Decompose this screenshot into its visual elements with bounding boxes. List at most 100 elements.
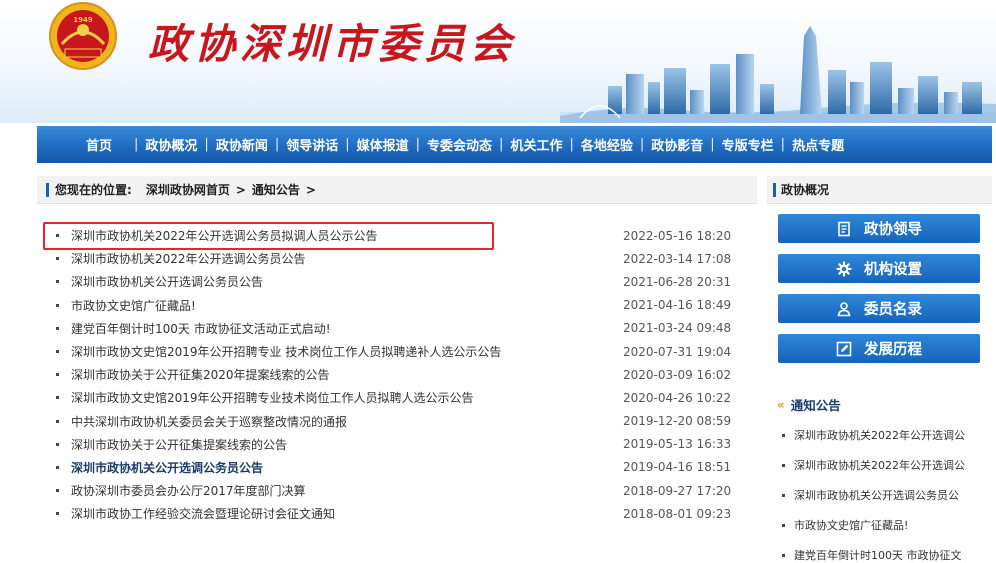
list-item[interactable]: 深圳市政协机关2022年公开选调公务员公告 2022-03-14 17:08 (37, 247, 757, 270)
list-item[interactable]: 深圳市政协机关2022年公开选调公务员拟调人员公示公告 2022-05-16 18… (37, 224, 757, 247)
leaders-button[interactable]: 政协领导 (778, 214, 980, 243)
list-item-title[interactable]: 深圳市政协工作经验交流会暨理论研讨会征文通知 (71, 505, 623, 522)
organization-button[interactable]: 机构设置 (778, 254, 980, 283)
list-item-title[interactable]: 深圳市政协关于公开征集提案线索的公告 (71, 436, 623, 453)
chevron-left-icon: « (777, 397, 785, 412)
list-item-date: 2022-03-14 17:08 (623, 251, 732, 266)
list-item-title[interactable]: 建党百年倒计时100天 市政协征文活动正式启动! (71, 320, 623, 337)
sidebar-notice-item[interactable]: 深圳市政协机关2022年公开选调公 (778, 450, 992, 480)
sidebar-heading-marker (773, 182, 776, 197)
list-item[interactable]: 深圳市政协关于公开征集提案线索的公告 2019-05-13 16:33 (37, 433, 757, 456)
list-item-date: 2021-03-24 09:48 (623, 321, 732, 336)
nav-link[interactable]: 领导讲话 (279, 135, 345, 154)
nav-link[interactable]: 热点专题 (785, 135, 851, 154)
bullet-icon (56, 234, 59, 238)
bullet-icon (56, 303, 59, 307)
nav-link[interactable]: 专委会动态 (420, 135, 499, 154)
list-item[interactable]: 深圳市政协文史馆2019年公开招聘专业技术岗位工作人员拟聘人选公示公告 2020-… (37, 386, 757, 409)
nav-item: | 专委会动态 (416, 135, 499, 154)
city-skyline-image (560, 26, 996, 123)
sidebar-notice-title[interactable]: 深圳市政协机关公开选调公务员公 (794, 487, 959, 503)
list-item[interactable]: 深圳市政协机关公开选调公务员公告 2021-06-28 20:31 (37, 270, 757, 293)
list-item-date: 2019-04-16 18:51 (623, 460, 732, 475)
list-item[interactable]: 深圳市政协关于公开征集2020年提案线索的公告 2020-03-09 16:02 (37, 363, 757, 386)
list-item-title[interactable]: 中共深圳市政协机关委员会关于巡察整改情况的通报 (71, 413, 623, 430)
sidebar-notice-item[interactable]: 深圳市政协机关2022年公开选调公 (778, 420, 992, 450)
bullet-icon (56, 512, 59, 516)
list-item-title[interactable]: 政协深圳市委员会办公厅2017年度部门决算 (71, 482, 623, 499)
list-item-date: 2020-04-26 10:22 (623, 390, 732, 405)
list-item-title[interactable]: 深圳市政协机关2022年公开选调公务员公告 (71, 250, 623, 267)
list-item[interactable]: 市政协文史馆广征藏品! 2021-04-16 18:49 (37, 294, 757, 317)
sidebar-notice-item[interactable]: 建党百年倒计时100天 市政协征文 (778, 540, 992, 563)
nav-link[interactable]: 媒体报道 (350, 135, 416, 154)
sidebar-notice-item[interactable]: 市政协文史馆广征藏品! (778, 510, 992, 540)
list-item[interactable]: 深圳市政协文史馆2019年公开招聘专业 技术岗位工作人员拟聘递补人选公示公告 20… (37, 340, 757, 363)
nav-separator: | (134, 137, 139, 152)
list-item[interactable]: 深圳市政协机关公开选调公务员公告 2019-04-16 18:51 (37, 456, 757, 479)
nav-item: | 机关工作 (499, 135, 569, 154)
nav-link[interactable]: 机关工作 (503, 135, 569, 154)
list-item[interactable]: 政协深圳市委员会办公厅2017年度部门决算 2018-09-27 17:20 (37, 479, 757, 502)
list-item[interactable]: 中共深圳市政协机关委员会关于巡察整改情况的通报 2019-12-20 08:59 (37, 410, 757, 433)
list-item-date: 2018-09-27 17:20 (623, 483, 732, 498)
list-item-title[interactable]: 深圳市政协文史馆2019年公开招聘专业技术岗位工作人员拟聘人选公示公告 (71, 389, 623, 406)
list-item-title[interactable]: 市政协文史馆广征藏品! (71, 297, 623, 314)
sidebar-heading: 政协概况 (767, 176, 992, 204)
bullet-icon (56, 326, 59, 330)
sidebar-notice-list: 深圳市政协机关2022年公开选调公 深圳市政协机关2022年公开选调公 深圳市政协机… (778, 420, 992, 563)
nav-separator: | (639, 137, 645, 152)
nav-link[interactable]: 政协新闻 (209, 135, 275, 154)
bullet-icon (782, 553, 785, 557)
main-nav: 首页 | 政协概况 | 政协新闻 | 领导讲话 | 媒体报道 | 专委会动态 | 机关工作 | 各地经验 | 政… (37, 126, 992, 163)
history-button[interactable]: 发展历程 (778, 334, 980, 363)
nav-separator: | (569, 137, 574, 152)
nav-separator: | (345, 137, 350, 152)
nav-separator: | (274, 137, 280, 152)
list-item-title[interactable]: 深圳市政协关于公开征集2020年提案线索的公告 (71, 366, 623, 383)
breadcrumb-separator: > (235, 182, 246, 197)
breadcrumb: 您现在的位置: 深圳政协网首页 > 通知公告 > (37, 176, 757, 204)
nav-link[interactable]: 政协影音 (644, 135, 710, 154)
nav-item: | 政协概况 (134, 135, 204, 154)
bullet-icon (56, 465, 59, 469)
sidebar-heading-text: 政协概况 (781, 183, 830, 197)
list-item-title[interactable]: 深圳市政协机关公开选调公务员公告 (71, 273, 623, 290)
list-item-date: 2021-06-28 20:31 (623, 274, 732, 289)
nav-separator: | (710, 137, 715, 152)
cppcc-emblem-icon: 1949 (49, 2, 117, 70)
nav-item: | 领导讲话 (275, 135, 345, 154)
bullet-icon (782, 523, 785, 527)
breadcrumb-marker (46, 182, 49, 197)
bullet-icon (56, 442, 59, 446)
breadcrumb-section-link[interactable]: 通知公告 (252, 181, 300, 198)
nav-separator: | (204, 137, 209, 152)
nav-link[interactable]: 政协概况 (138, 135, 204, 154)
sidebar-notice-title[interactable]: 建党百年倒计时100天 市政协征文 (794, 547, 962, 563)
nav-link[interactable]: 首页 (79, 135, 134, 154)
list-item-title[interactable]: 深圳市政协机关2022年公开选调公务员拟调人员公示公告 (71, 227, 623, 244)
list-item[interactable]: 建党百年倒计时100天 市政协征文活动正式启动! 2021-03-24 09:48 (37, 317, 757, 340)
sidebar-notice-title[interactable]: 深圳市政协机关2022年公开选调公 (794, 427, 965, 443)
members-button[interactable]: 委员名录 (778, 294, 980, 323)
list-item-date: 2021-04-16 18:49 (623, 298, 732, 313)
sidebar-notice-item[interactable]: 深圳市政协机关公开选调公务员公 (778, 480, 992, 510)
sidebar-notice-title[interactable]: 深圳市政协机关2022年公开选调公 (794, 457, 965, 473)
nav-item: | 热点专题 (781, 135, 851, 154)
list-item[interactable]: 深圳市政协工作经验交流会暨理论研讨会征文通知 2018-08-01 09:23 (37, 502, 757, 525)
breadcrumb-home-link[interactable]: 深圳政协网首页 (146, 181, 230, 198)
nav-item: | 各地经验 (569, 135, 639, 154)
list-item-title[interactable]: 深圳市政协机关公开选调公务员公告 (71, 459, 623, 476)
nav-link[interactable]: 各地经验 (574, 135, 640, 154)
nav-link[interactable]: 专版专栏 (715, 135, 781, 154)
nav-separator: | (499, 137, 504, 152)
nav-separator: | (415, 137, 421, 152)
nav-item: | 政协影音 (640, 135, 710, 154)
list-item-title[interactable]: 深圳市政协文史馆2019年公开招聘专业 技术岗位工作人员拟聘递补人选公示公告 (71, 343, 623, 360)
breadcrumb-separator: > (305, 182, 316, 197)
sidebar-notice-title[interactable]: 市政协文史馆广征藏品! (794, 517, 908, 533)
list-item-date: 2020-03-09 16:02 (623, 367, 732, 382)
edit-icon (836, 341, 852, 356)
members-button-label: 委员名录 (864, 302, 922, 318)
bullet-icon (56, 280, 59, 284)
